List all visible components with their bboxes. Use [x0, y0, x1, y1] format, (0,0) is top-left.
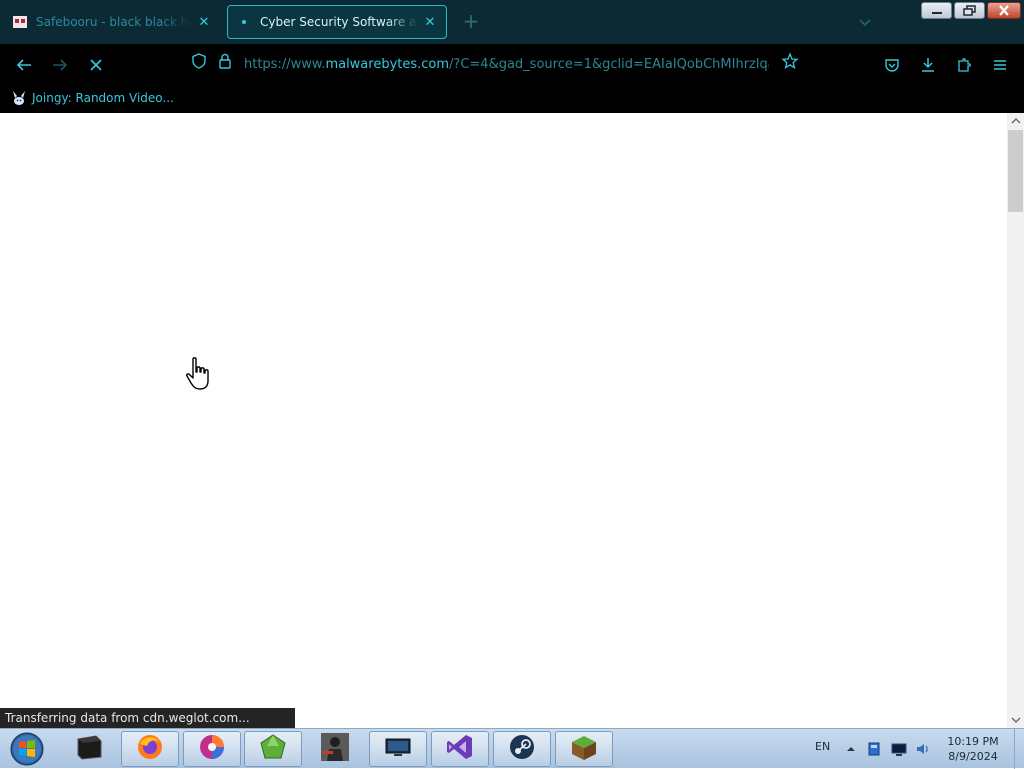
taskbar-firefox[interactable]: [121, 731, 179, 767]
show-desktop-button[interactable]: [1014, 729, 1024, 769]
pocket-icon[interactable]: [881, 54, 903, 76]
taskbar-monitor-app[interactable]: [369, 731, 427, 767]
taskbar-game[interactable]: [306, 731, 364, 767]
taskbar-green-app[interactable]: [244, 731, 302, 767]
tab-title: Safebooru - black black hair b: [36, 15, 192, 29]
swirl-browser-icon: [197, 732, 227, 766]
tab-safebooru[interactable]: Safebooru - black black hair b ✕: [4, 5, 220, 39]
clock-time: 10:19 PM: [947, 735, 999, 748]
network-monitor-icon[interactable]: [891, 741, 907, 757]
steam-icon: [507, 732, 537, 766]
url-prefix: https://www.: [244, 57, 326, 72]
bookmarks-toolbar: Joingy: Random Video...: [0, 85, 1024, 113]
vertical-scrollbar[interactable]: [1007, 113, 1024, 728]
close-tab-icon[interactable]: ✕: [196, 14, 212, 30]
taskbar-terminal[interactable]: [60, 731, 118, 767]
show-hidden-icons-arrow-icon[interactable]: [843, 741, 859, 757]
taskbar-swirl-browser[interactable]: [183, 731, 241, 767]
bookmark-joingy[interactable]: Joingy: Random Video...: [10, 90, 174, 106]
bookmark-star-icon[interactable]: [779, 50, 801, 72]
extensions-icon[interactable]: [953, 54, 975, 76]
visual-studio-icon: [445, 732, 475, 766]
close-window-button[interactable]: [987, 2, 1021, 19]
game-soldier-icon: [319, 731, 351, 767]
windows-taskbar: EN 10:19 PM 8/9/2024: [0, 728, 1024, 769]
tab-bar: Safebooru - black black hair b ✕ Cyber S…: [0, 0, 1024, 44]
volume-speaker-icon[interactable]: [915, 741, 931, 757]
joingy-bunny-icon: [10, 90, 28, 106]
tray-app-icon[interactable]: [866, 741, 882, 757]
tracking-protection-shield-icon[interactable]: [188, 50, 210, 72]
restore-button[interactable]: [954, 2, 985, 19]
taskbar-steam[interactable]: [493, 731, 551, 767]
scroll-up-arrow-icon[interactable]: [1007, 113, 1024, 129]
bookmark-label: Joingy: Random Video...: [32, 91, 174, 105]
url-domain: malwarebytes.com: [325, 57, 450, 72]
firefox-icon: [135, 732, 165, 766]
taskbar-visual-studio[interactable]: [431, 731, 489, 767]
url-bar[interactable]: https://www.malwarebytes.com/?C=4&gad_so…: [184, 50, 824, 80]
hand-pointer-cursor-icon: [184, 356, 216, 394]
language-indicator[interactable]: EN: [815, 740, 830, 753]
lock-icon[interactable]: [214, 50, 236, 72]
forward-icon[interactable]: [49, 54, 71, 76]
scrollbar-thumb[interactable]: [1008, 130, 1023, 212]
terminal-icon: [74, 733, 104, 765]
back-icon[interactable]: [13, 54, 35, 76]
tab-title: Cyber Security Software and An: [260, 15, 418, 29]
menu-hamburger-icon[interactable]: [989, 54, 1011, 76]
scroll-down-arrow-icon[interactable]: [1007, 712, 1024, 728]
list-all-tabs-icon[interactable]: [855, 12, 875, 32]
url-text[interactable]: https://www.malwarebytes.com/?C=4&gad_so…: [244, 57, 769, 72]
monitor-icon: [383, 734, 413, 764]
close-tab-icon[interactable]: ✕: [422, 14, 438, 30]
stop-loading-icon[interactable]: [85, 54, 107, 76]
taskbar-minecraft[interactable]: [555, 731, 613, 767]
green-gem-icon: [258, 732, 288, 766]
navigation-bar: https://www.malwarebytes.com/?C=4&gad_so…: [0, 44, 1024, 85]
url-path: /?C=4&gad_source=1&gclid=EAIaIQobChMIhrz…: [449, 57, 769, 72]
safebooru-favicon-icon: [12, 14, 28, 30]
minimize-button[interactable]: [921, 2, 952, 19]
status-panel: Transferring data from cdn.weglot.com...: [0, 708, 295, 729]
page-content-area[interactable]: [0, 113, 1007, 728]
minecraft-grass-block-icon: [569, 732, 599, 766]
clock-date: 8/9/2024: [948, 750, 998, 763]
start-button[interactable]: [4, 731, 50, 767]
new-tab-button[interactable]: +: [460, 11, 482, 33]
window-controls: [921, 2, 1021, 19]
downloads-icon[interactable]: [917, 54, 939, 76]
tab-malwarebytes[interactable]: Cyber Security Software and An ✕: [227, 5, 447, 39]
system-clock[interactable]: 10:19 PM 8/9/2024: [940, 734, 1006, 764]
loading-favicon-icon: [236, 14, 252, 30]
